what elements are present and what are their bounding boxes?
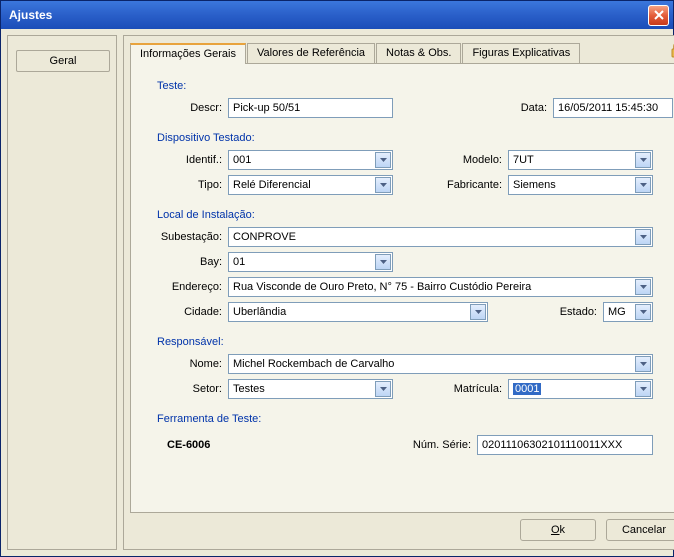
left-panel: Geral <box>7 35 117 550</box>
descr-label: Descr: <box>145 102 228 114</box>
tab-valores-referencia[interactable]: Valores de Referência <box>247 43 375 63</box>
chevron-down-icon <box>635 152 651 168</box>
setor-combo[interactable]: Testes <box>228 379 393 399</box>
estado-label: Estado: <box>488 306 603 318</box>
serie-label: Núm. Série: <box>287 439 477 451</box>
data-label: Data: <box>393 102 553 114</box>
chevron-down-icon <box>375 381 391 397</box>
tab-body: Teste: Descr: Data: Dispositivo Testado:… <box>130 63 674 513</box>
section-teste: Teste: <box>157 80 673 92</box>
tipo-combo[interactable]: Relé Diferencial <box>228 175 393 195</box>
cidade-combo[interactable]: Uberlândia <box>228 302 488 322</box>
modelo-combo[interactable]: 7UT <box>508 150 653 170</box>
section-dispositivo: Dispositivo Testado: <box>157 132 673 144</box>
fabricante-combo[interactable]: Siemens <box>508 175 653 195</box>
tabs-row: Informações Gerais Valores de Referência… <box>124 36 674 63</box>
chevron-down-icon <box>635 304 651 320</box>
data-input[interactable] <box>553 98 673 118</box>
chevron-down-icon <box>635 177 651 193</box>
fabricante-label: Fabricante: <box>393 179 508 191</box>
lock-icon[interactable] <box>670 42 674 61</box>
subestacao-combo[interactable]: CONPROVE <box>228 227 653 247</box>
cancel-button[interactable]: Cancelar <box>606 519 674 541</box>
endereco-combo[interactable]: Rua Visconde de Ouro Preto, N° 75 - Bair… <box>228 277 653 297</box>
bay-label: Bay: <box>145 256 228 268</box>
identif-combo[interactable]: 001 <box>228 150 393 170</box>
chevron-down-icon <box>635 381 651 397</box>
chevron-down-icon <box>635 356 651 372</box>
tab-informacoes-gerais[interactable]: Informações Gerais <box>130 43 246 64</box>
identif-label: Identif.: <box>145 154 228 166</box>
bay-combo[interactable]: 01 <box>228 252 393 272</box>
button-row: Ok Cancelar <box>520 519 674 541</box>
section-local: Local de Instalação: <box>157 209 673 221</box>
cidade-label: Cidade: <box>145 306 228 318</box>
setor-label: Setor: <box>145 383 228 395</box>
close-icon <box>654 10 664 20</box>
ajustes-window: Ajustes Geral Informações Gerais Valores… <box>0 0 674 557</box>
section-ferramenta: Ferramenta de Teste: <box>157 413 673 425</box>
tab-notas-obs[interactable]: Notas & Obs. <box>376 43 461 63</box>
chevron-down-icon <box>375 177 391 193</box>
matricula-label: Matrícula: <box>393 383 508 395</box>
endereco-label: Endereço: <box>145 281 228 293</box>
content-area: Geral Informações Gerais Valores de Refe… <box>1 29 673 556</box>
chevron-down-icon <box>470 304 486 320</box>
geral-button[interactable]: Geral <box>16 50 110 72</box>
chevron-down-icon <box>635 229 651 245</box>
close-button[interactable] <box>648 5 669 26</box>
modelo-label: Modelo: <box>393 154 508 166</box>
tipo-label: Tipo: <box>145 179 228 191</box>
section-responsavel: Responsável: <box>157 336 673 348</box>
subestacao-label: Subestação: <box>145 231 228 243</box>
titlebar: Ajustes <box>1 1 673 29</box>
nome-combo[interactable]: Michel Rockembach de Carvalho <box>228 354 653 374</box>
window-title: Ajustes <box>9 8 648 22</box>
chevron-down-icon <box>635 279 651 295</box>
serie-input[interactable] <box>477 435 653 455</box>
descr-input[interactable] <box>228 98 393 118</box>
estado-combo[interactable]: MG <box>603 302 653 322</box>
right-panel: Informações Gerais Valores de Referência… <box>123 35 674 550</box>
ok-button[interactable]: Ok <box>520 519 596 541</box>
matricula-value: 0001 <box>513 383 541 395</box>
tool-model: CE-6006 <box>167 439 287 451</box>
tab-figuras-explicativas[interactable]: Figuras Explicativas <box>462 43 580 63</box>
matricula-combo[interactable]: 0001 <box>508 379 653 399</box>
chevron-down-icon <box>375 152 391 168</box>
chevron-down-icon <box>375 254 391 270</box>
nome-label: Nome: <box>145 358 228 370</box>
